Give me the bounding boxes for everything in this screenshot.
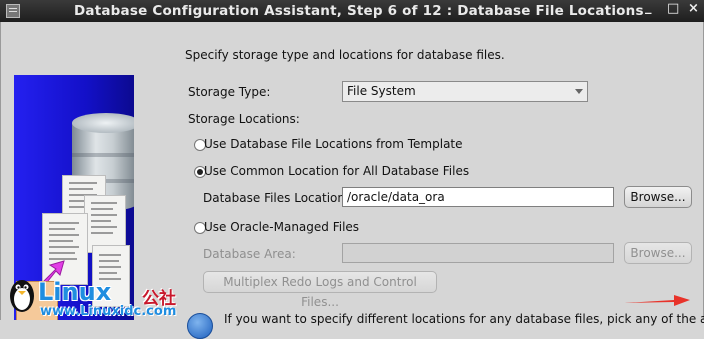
title-bar: Database Configuration Assistant, Step 6…	[0, 0, 704, 22]
storage-type-value: File System	[347, 84, 416, 98]
database-area-label: Database Area:	[203, 247, 296, 261]
app-menu-icon[interactable]	[6, 4, 20, 18]
window-title: Database Configuration Assistant, Step 6…	[74, 3, 644, 19]
penguin-logo-icon	[10, 280, 34, 312]
files-location-label: Database Files Location:	[203, 191, 350, 205]
annotation-arrow-icon	[624, 295, 690, 306]
files-location-value: /oracle/data_ora	[347, 190, 445, 204]
linux-logo-url: www.Linuxidc.com	[40, 304, 177, 319]
intro-text: Specify storage type and locations for d…	[185, 48, 505, 62]
maximize-icon[interactable]: □	[667, 1, 679, 16]
linux-logo-text: Linux	[38, 278, 112, 306]
storage-type-select[interactable]: File System	[342, 81, 588, 102]
storage-locations-label: Storage Locations:	[188, 112, 300, 126]
browse-area-button[interactable]: Browse...	[624, 242, 692, 264]
template-location-label[interactable]: Use Database File Locations from Templat…	[204, 137, 463, 151]
chevron-down-icon	[575, 89, 583, 94]
browse-button[interactable]: Browse...	[624, 186, 692, 208]
close-icon[interactable]: ×	[688, 1, 699, 16]
common-location-label[interactable]: Use Common Location for All Database Fil…	[204, 164, 469, 178]
files-location-input[interactable]: /oracle/data_ora	[342, 187, 614, 207]
minimize-icon[interactable]: _	[645, 0, 652, 15]
info-icon	[187, 313, 213, 339]
omf-label[interactable]: Use Oracle-Managed Files	[204, 220, 359, 234]
multiplex-redo-logs-button[interactable]: Multiplex Redo Logs and Control Files...	[203, 271, 437, 309]
hint-text: If you want to specify different locatio…	[224, 312, 704, 326]
storage-type-label: Storage Type:	[188, 85, 271, 99]
database-area-input[interactable]	[342, 243, 614, 263]
